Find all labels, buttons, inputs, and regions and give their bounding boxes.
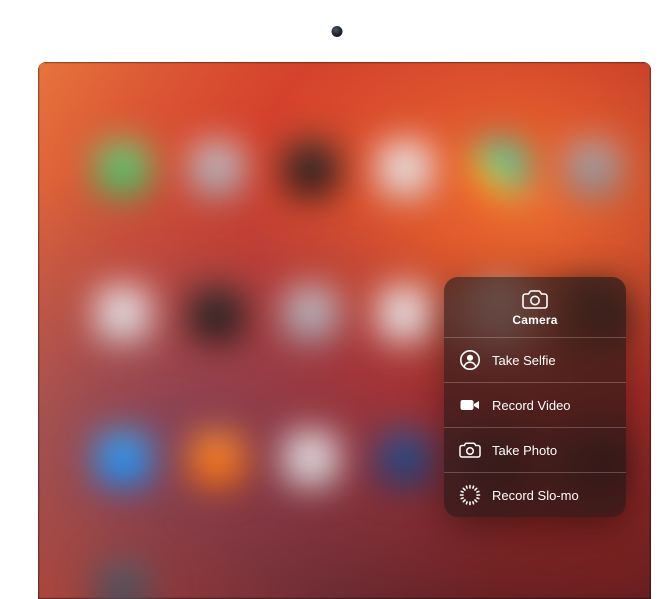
- video-icon: [459, 394, 481, 416]
- blurred-app-icon: [96, 142, 150, 196]
- blurred-app-icon: [190, 142, 244, 196]
- device-bezel: Camera Take Selfie: [8, 0, 665, 599]
- blurred-app-icon: [190, 432, 244, 486]
- camera-icon: [459, 439, 481, 461]
- camera-quick-actions-menu: Camera Take Selfie: [444, 277, 626, 517]
- blurred-app-icon: [190, 287, 244, 341]
- blurred-app-icon: [284, 432, 338, 486]
- device-screen: Camera Take Selfie: [38, 62, 651, 599]
- blurred-app-icon: [566, 142, 620, 196]
- menu-item-record-video[interactable]: Record Video: [444, 382, 626, 427]
- front-camera-dot: [331, 26, 342, 37]
- menu-item-take-selfie[interactable]: Take Selfie: [444, 337, 626, 382]
- menu-title: Camera: [454, 313, 616, 327]
- blurred-app-icon: [378, 432, 432, 486]
- blurred-app-icon: [284, 142, 338, 196]
- menu-header[interactable]: Camera: [444, 277, 626, 337]
- blurred-app-icon: [378, 287, 432, 341]
- menu-item-record-slomo[interactable]: Record Slo-mo: [444, 472, 626, 517]
- camera-icon: [522, 289, 548, 309]
- menu-item-label: Take Selfie: [492, 353, 611, 368]
- blurred-app-icon: [96, 287, 150, 341]
- selfie-icon: [459, 349, 481, 371]
- blurred-app-icon: [96, 432, 150, 486]
- menu-item-label: Take Photo: [492, 443, 611, 458]
- blurred-app-icon: [472, 142, 526, 196]
- blurred-app-icon: [284, 287, 338, 341]
- menu-item-label: Record Video: [492, 398, 611, 413]
- menu-item-take-photo[interactable]: Take Photo: [444, 427, 626, 472]
- blurred-app-icon: [96, 562, 150, 599]
- blurred-app-icon: [378, 142, 432, 196]
- device-frame: Camera Take Selfie: [0, 0, 665, 599]
- slomo-icon: [459, 484, 481, 506]
- menu-item-label: Record Slo-mo: [492, 488, 611, 503]
